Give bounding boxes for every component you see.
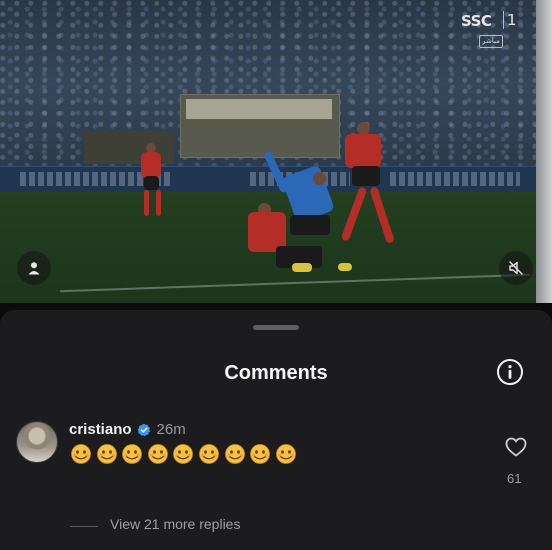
live-badge: مباشر — [479, 35, 503, 48]
profile-button[interactable] — [17, 251, 51, 285]
info-button[interactable] — [496, 358, 524, 386]
drag-handle[interactable] — [253, 325, 299, 330]
view-replies-link[interactable]: View 21 more replies — [110, 516, 240, 532]
face-emoji-icon — [71, 444, 91, 464]
person-icon — [28, 262, 40, 275]
replies-divider — [70, 526, 98, 527]
face-emoji-icon — [173, 444, 194, 464]
avatar[interactable] — [16, 421, 58, 463]
face-emoji-icon — [250, 444, 271, 464]
verified-badge-icon — [137, 423, 150, 436]
face-emoji-icon — [275, 444, 296, 464]
mute-button[interactable] — [499, 251, 533, 285]
like-button[interactable] — [505, 437, 527, 457]
video-player[interactable]: SSC 1 مباشر — [0, 0, 552, 303]
stadium-sign — [186, 99, 332, 119]
speaker-muted-icon — [509, 261, 523, 275]
comments-title: Comments — [224, 362, 328, 384]
channel-logo: SSC — [461, 12, 492, 30]
face-emoji-icon — [96, 444, 117, 464]
face-emoji-icon — [199, 444, 219, 464]
like-count: 61 — [507, 471, 522, 486]
comment-username[interactable]: cristiano — [69, 421, 132, 438]
ad-board-text — [390, 172, 520, 186]
comment-time: 26m — [156, 421, 186, 438]
comments-sheet: Comments cristiano 26m 61 View 21 more r… — [0, 310, 552, 550]
heart-icon — [505, 437, 527, 457]
comment-text — [70, 443, 300, 465]
comment-header: cristiano 26m — [69, 421, 186, 438]
adjacent-post-edge — [536, 0, 552, 303]
channel-number: 1 — [503, 11, 517, 29]
face-emoji-icon — [224, 444, 245, 464]
info-circle-icon — [497, 359, 523, 385]
face-emoji-icon — [122, 444, 143, 464]
face-emoji-icon — [147, 444, 168, 464]
